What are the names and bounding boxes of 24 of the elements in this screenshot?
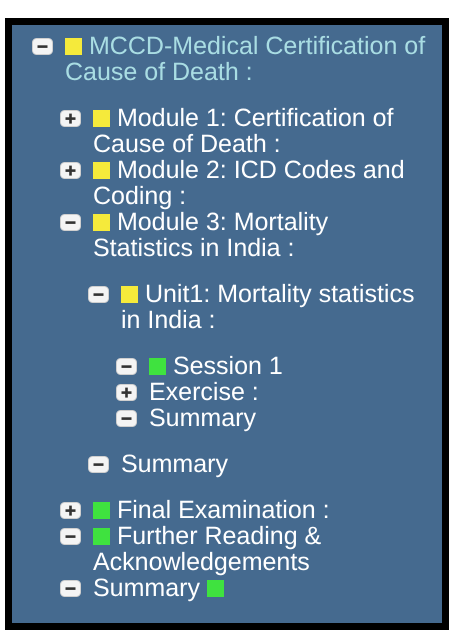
tree-item-label[interactable]: Unit1: Mortality statistics in India : [121, 281, 428, 333]
collapse-icon[interactable] [88, 286, 109, 303]
tree-item-label[interactable]: MCCD-Medical Certification of Cause of Death : [65, 33, 428, 85]
tree-item-label[interactable]: Exercise : [149, 379, 428, 405]
tree-item-label[interactable]: Further Reading & Acknowledgements [93, 523, 428, 575]
tree-item-label[interactable]: Module 3: Mortality Statistics in India : [93, 209, 428, 261]
collapse-icon[interactable] [116, 410, 137, 427]
collapse-icon[interactable] [32, 38, 53, 55]
collapse-icon[interactable] [88, 456, 109, 473]
expand-icon[interactable] [116, 384, 137, 401]
collapse-icon[interactable] [60, 528, 81, 545]
tree-item-label[interactable]: Summary [121, 451, 428, 477]
expand-icon[interactable] [60, 110, 81, 127]
collapse-icon[interactable] [60, 214, 81, 231]
collapse-icon[interactable] [60, 580, 81, 597]
tree-item-label[interactable]: Module 1: Certification of Cause of Death : [93, 105, 428, 157]
tree-item-label[interactable]: Module 2: ICD Codes and Coding : [93, 157, 428, 209]
expand-icon[interactable] [60, 502, 81, 519]
tree-item-label[interactable]: Summary [93, 575, 428, 601]
tree-item-label[interactable]: Final Examination : [93, 497, 428, 523]
tree-item-label[interactable]: Summary [149, 405, 428, 431]
tree-item-label[interactable]: Session 1 [149, 353, 428, 379]
expand-icon[interactable] [60, 162, 81, 179]
collapse-icon[interactable] [116, 358, 137, 375]
